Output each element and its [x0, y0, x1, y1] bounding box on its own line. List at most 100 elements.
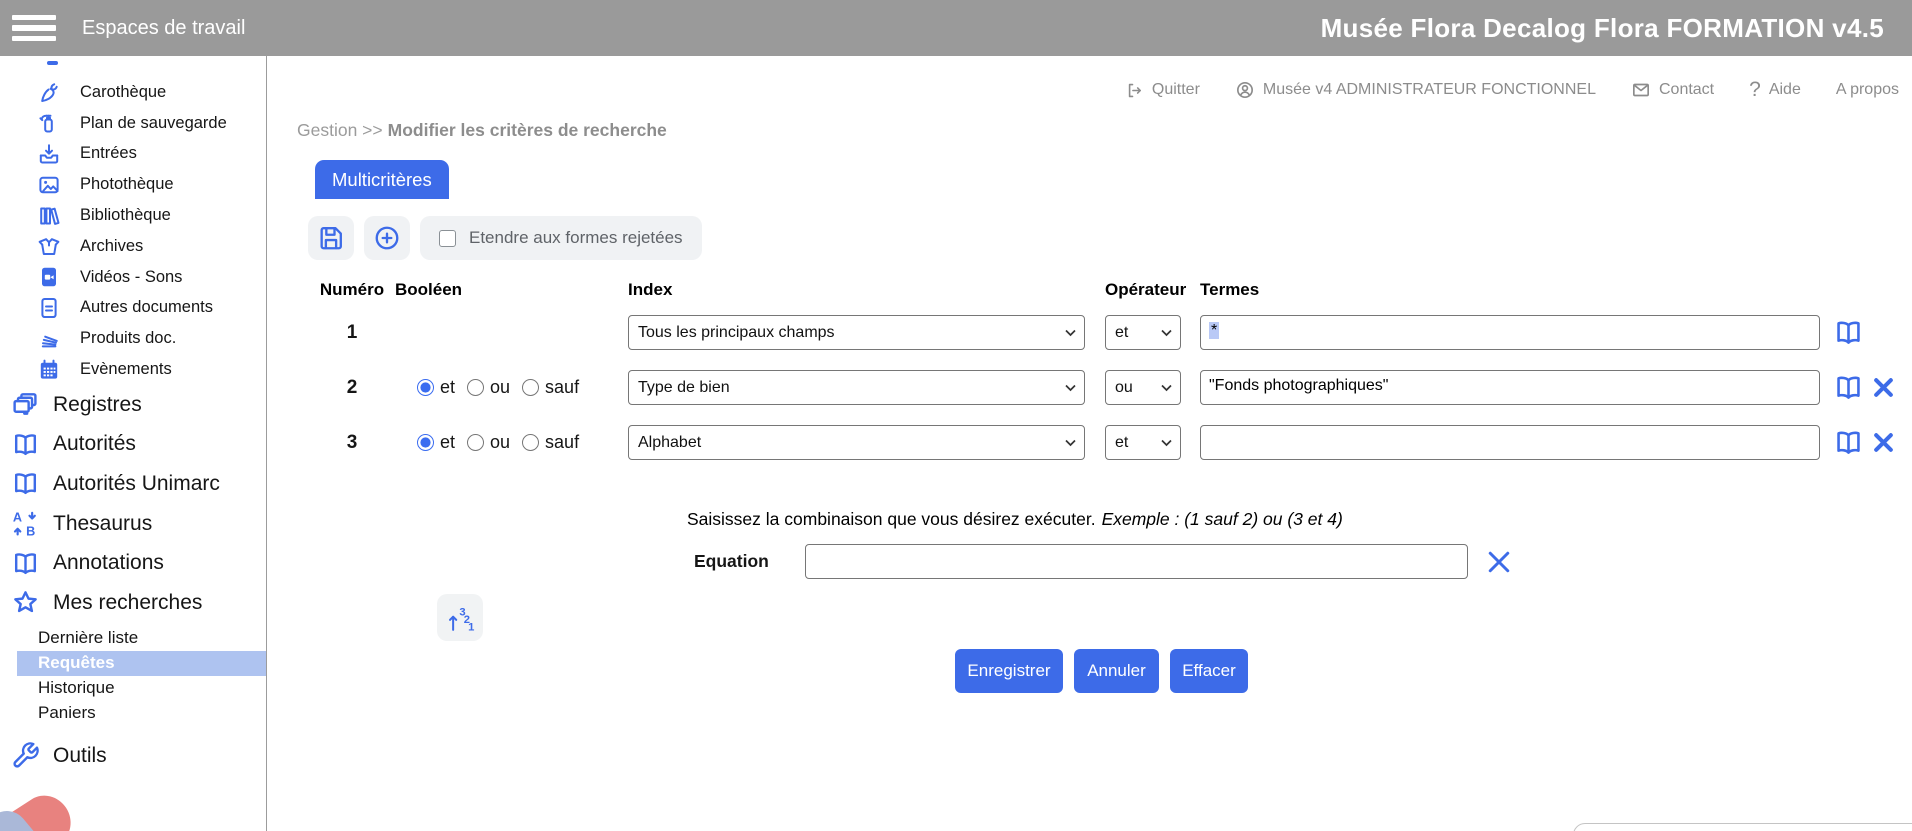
delete-row-button[interactable] [1870, 374, 1897, 401]
sidebar-subitem-historique[interactable]: Historique [0, 676, 266, 701]
question-mark-icon: ? [1749, 78, 1761, 102]
row-number: 2 [347, 370, 358, 405]
combination-hint: Saisissez la combinaison que vous désire… [687, 509, 1343, 530]
open-index-list-button[interactable] [1833, 317, 1864, 348]
sidebar-item-carotheque[interactable]: Carothèque [0, 77, 266, 108]
terms-cell-row2: "Fonds photographiques" [1200, 370, 1833, 405]
sidebar-item-phototheque[interactable]: Photothèque [0, 169, 266, 200]
fire-extinguisher-icon [37, 111, 61, 135]
column-header-operateur: Opérateur [1105, 280, 1200, 300]
boolean-cell-row2: et ou sauf [388, 370, 628, 405]
about-link[interactable]: A propos [1836, 81, 1899, 99]
tab-multicriteres[interactable]: Multicritères [315, 160, 449, 199]
star-icon [11, 588, 40, 617]
boolean-cell-row3: et ou sauf [388, 425, 628, 460]
operator-select-row3[interactable]: et [1105, 425, 1181, 460]
user-account[interactable]: Musée v4 ADMINISTRATEUR FONCTIONNEL [1235, 80, 1596, 100]
sidebar-item-registres[interactable]: Registres [0, 385, 266, 425]
boolean-ou-radio-row3[interactable]: ou [467, 432, 510, 453]
cancel-button[interactable]: Annuler [1074, 649, 1159, 693]
calendar-icon [37, 358, 61, 382]
sidebar-item-thesaurus[interactable]: AB Thesaurus [0, 504, 266, 544]
boolean-ou-radio-row2[interactable]: ou [467, 377, 510, 398]
boolean-sauf-radio-row2[interactable]: sauf [522, 377, 579, 398]
toolbar: Etendre aux formes rejetées [308, 216, 702, 260]
open-book-icon [11, 430, 40, 459]
column-header-index: Index [628, 280, 1105, 300]
paper-stack-icon [37, 327, 61, 351]
quit-link[interactable]: Quitter [1125, 81, 1200, 100]
sidebar-item-plan-de-sauvegarde[interactable]: Plan de sauvegarde [0, 108, 266, 139]
row3-actions [1833, 425, 1912, 460]
boolean-et-radio-row3[interactable]: et [417, 432, 455, 453]
wrench-icon [11, 741, 40, 770]
sidebar-subitem-paniers[interactable]: Paniers [0, 701, 266, 726]
numeric-sort-button[interactable]: 321 [437, 594, 483, 641]
extend-rejected-forms-option: Etendre aux formes rejetées [420, 216, 702, 260]
add-criterion-button[interactable] [364, 216, 410, 260]
sidebar-item-outils[interactable]: Outils [0, 734, 266, 778]
save-query-button[interactable] [308, 216, 354, 260]
index-cell-row3: Alphabet [628, 425, 1105, 460]
operator-select-row1[interactable]: et [1105, 315, 1181, 350]
sidebar-item-archives[interactable]: Archives [0, 231, 266, 262]
contact-link[interactable]: Contact [1631, 80, 1714, 100]
clear-equation-button[interactable] [1484, 547, 1514, 577]
photo-icon [37, 173, 61, 197]
open-book-icon [1833, 317, 1864, 348]
envelope-icon [1631, 80, 1651, 100]
index-select-row3[interactable]: Alphabet [628, 425, 1085, 460]
scrolled-item-fragment [47, 61, 58, 65]
boolean-sauf-radio-row3[interactable]: sauf [522, 432, 579, 453]
equation-input[interactable] [805, 544, 1468, 579]
row-number: 3 [347, 425, 358, 460]
terms-input-row2[interactable]: "Fonds photographiques" [1200, 370, 1820, 405]
sidebar-item-produits-doc[interactable]: Produits doc. [0, 323, 266, 354]
open-book-icon [11, 469, 40, 498]
carrot-icon [37, 80, 61, 104]
delete-row-button[interactable] [1870, 429, 1897, 456]
form-actions: Enregistrer Annuler Effacer [955, 649, 1248, 693]
sidebar: Carothèque Plan de sauvegarde Entrées [0, 56, 267, 831]
clear-button[interactable]: Effacer [1170, 649, 1248, 693]
top-bar: Espaces de travail Musée Flora Decalog F… [0, 0, 1912, 56]
sidebar-item-autorites[interactable]: Autorités [0, 425, 266, 465]
sidebar-subitem-derniere-liste[interactable]: Dernière liste [0, 626, 266, 651]
x-icon [1870, 429, 1897, 456]
video-file-icon [37, 265, 61, 289]
index-cell-row1: Tous les principaux champs [628, 315, 1105, 350]
sidebar-item-autorites-unimarc[interactable]: Autorités Unimarc [0, 464, 266, 504]
boolean-et-radio-row2[interactable]: et [417, 377, 455, 398]
open-index-list-button[interactable] [1833, 427, 1864, 458]
row-number: 1 [347, 315, 358, 350]
sidebar-item-videos-sons[interactable]: Vidéos - Sons [0, 262, 266, 293]
workspace-label: Espaces de travail [82, 17, 245, 40]
terms-input-row3[interactable] [1200, 425, 1820, 460]
operator-cell-row2: ou [1105, 370, 1200, 405]
index-select-row1[interactable]: Tous les principaux champs [628, 315, 1085, 350]
sidebar-subitem-requetes[interactable]: Requêtes [17, 651, 266, 676]
user-circle-icon [1235, 80, 1255, 100]
partial-panel-edge [1573, 823, 1912, 831]
sidebar-item-mes-recherches[interactable]: Mes recherches [0, 583, 266, 623]
extend-rejected-forms-checkbox[interactable] [439, 230, 456, 247]
inbox-download-icon [37, 142, 61, 166]
save-button[interactable]: Enregistrer [955, 649, 1063, 693]
index-select-row2[interactable]: Type de bien [628, 370, 1085, 405]
sidebar-item-bibliotheque[interactable]: Bibliothèque [0, 200, 266, 231]
terms-input-row1[interactable]: * [1200, 315, 1820, 350]
open-book-icon [1833, 427, 1864, 458]
help-link[interactable]: ? Aide [1749, 78, 1801, 102]
sidebar-item-annotations[interactable]: Annotations [0, 543, 266, 583]
breadcrumb: Gestion >>Modifier les critères de reche… [297, 120, 667, 141]
column-header-numero: Numéro [320, 280, 384, 300]
sidebar-item-entrees[interactable]: Entrées [0, 139, 266, 170]
main-content: Quitter Musée v4 ADMINISTRATEUR FONCTION… [267, 56, 1912, 831]
open-index-list-button[interactable] [1833, 372, 1864, 403]
sidebar-item-autres-documents[interactable]: Autres documents [0, 293, 266, 324]
hamburger-menu-icon[interactable] [12, 10, 56, 47]
sidebar-item-evenements[interactable]: Evènements [0, 354, 266, 385]
svg-text:A: A [13, 511, 22, 525]
operator-select-row2[interactable]: ou [1105, 370, 1181, 405]
criteria-table: Numéro Booléen Index Opérateur Termes 1 … [316, 280, 1912, 480]
